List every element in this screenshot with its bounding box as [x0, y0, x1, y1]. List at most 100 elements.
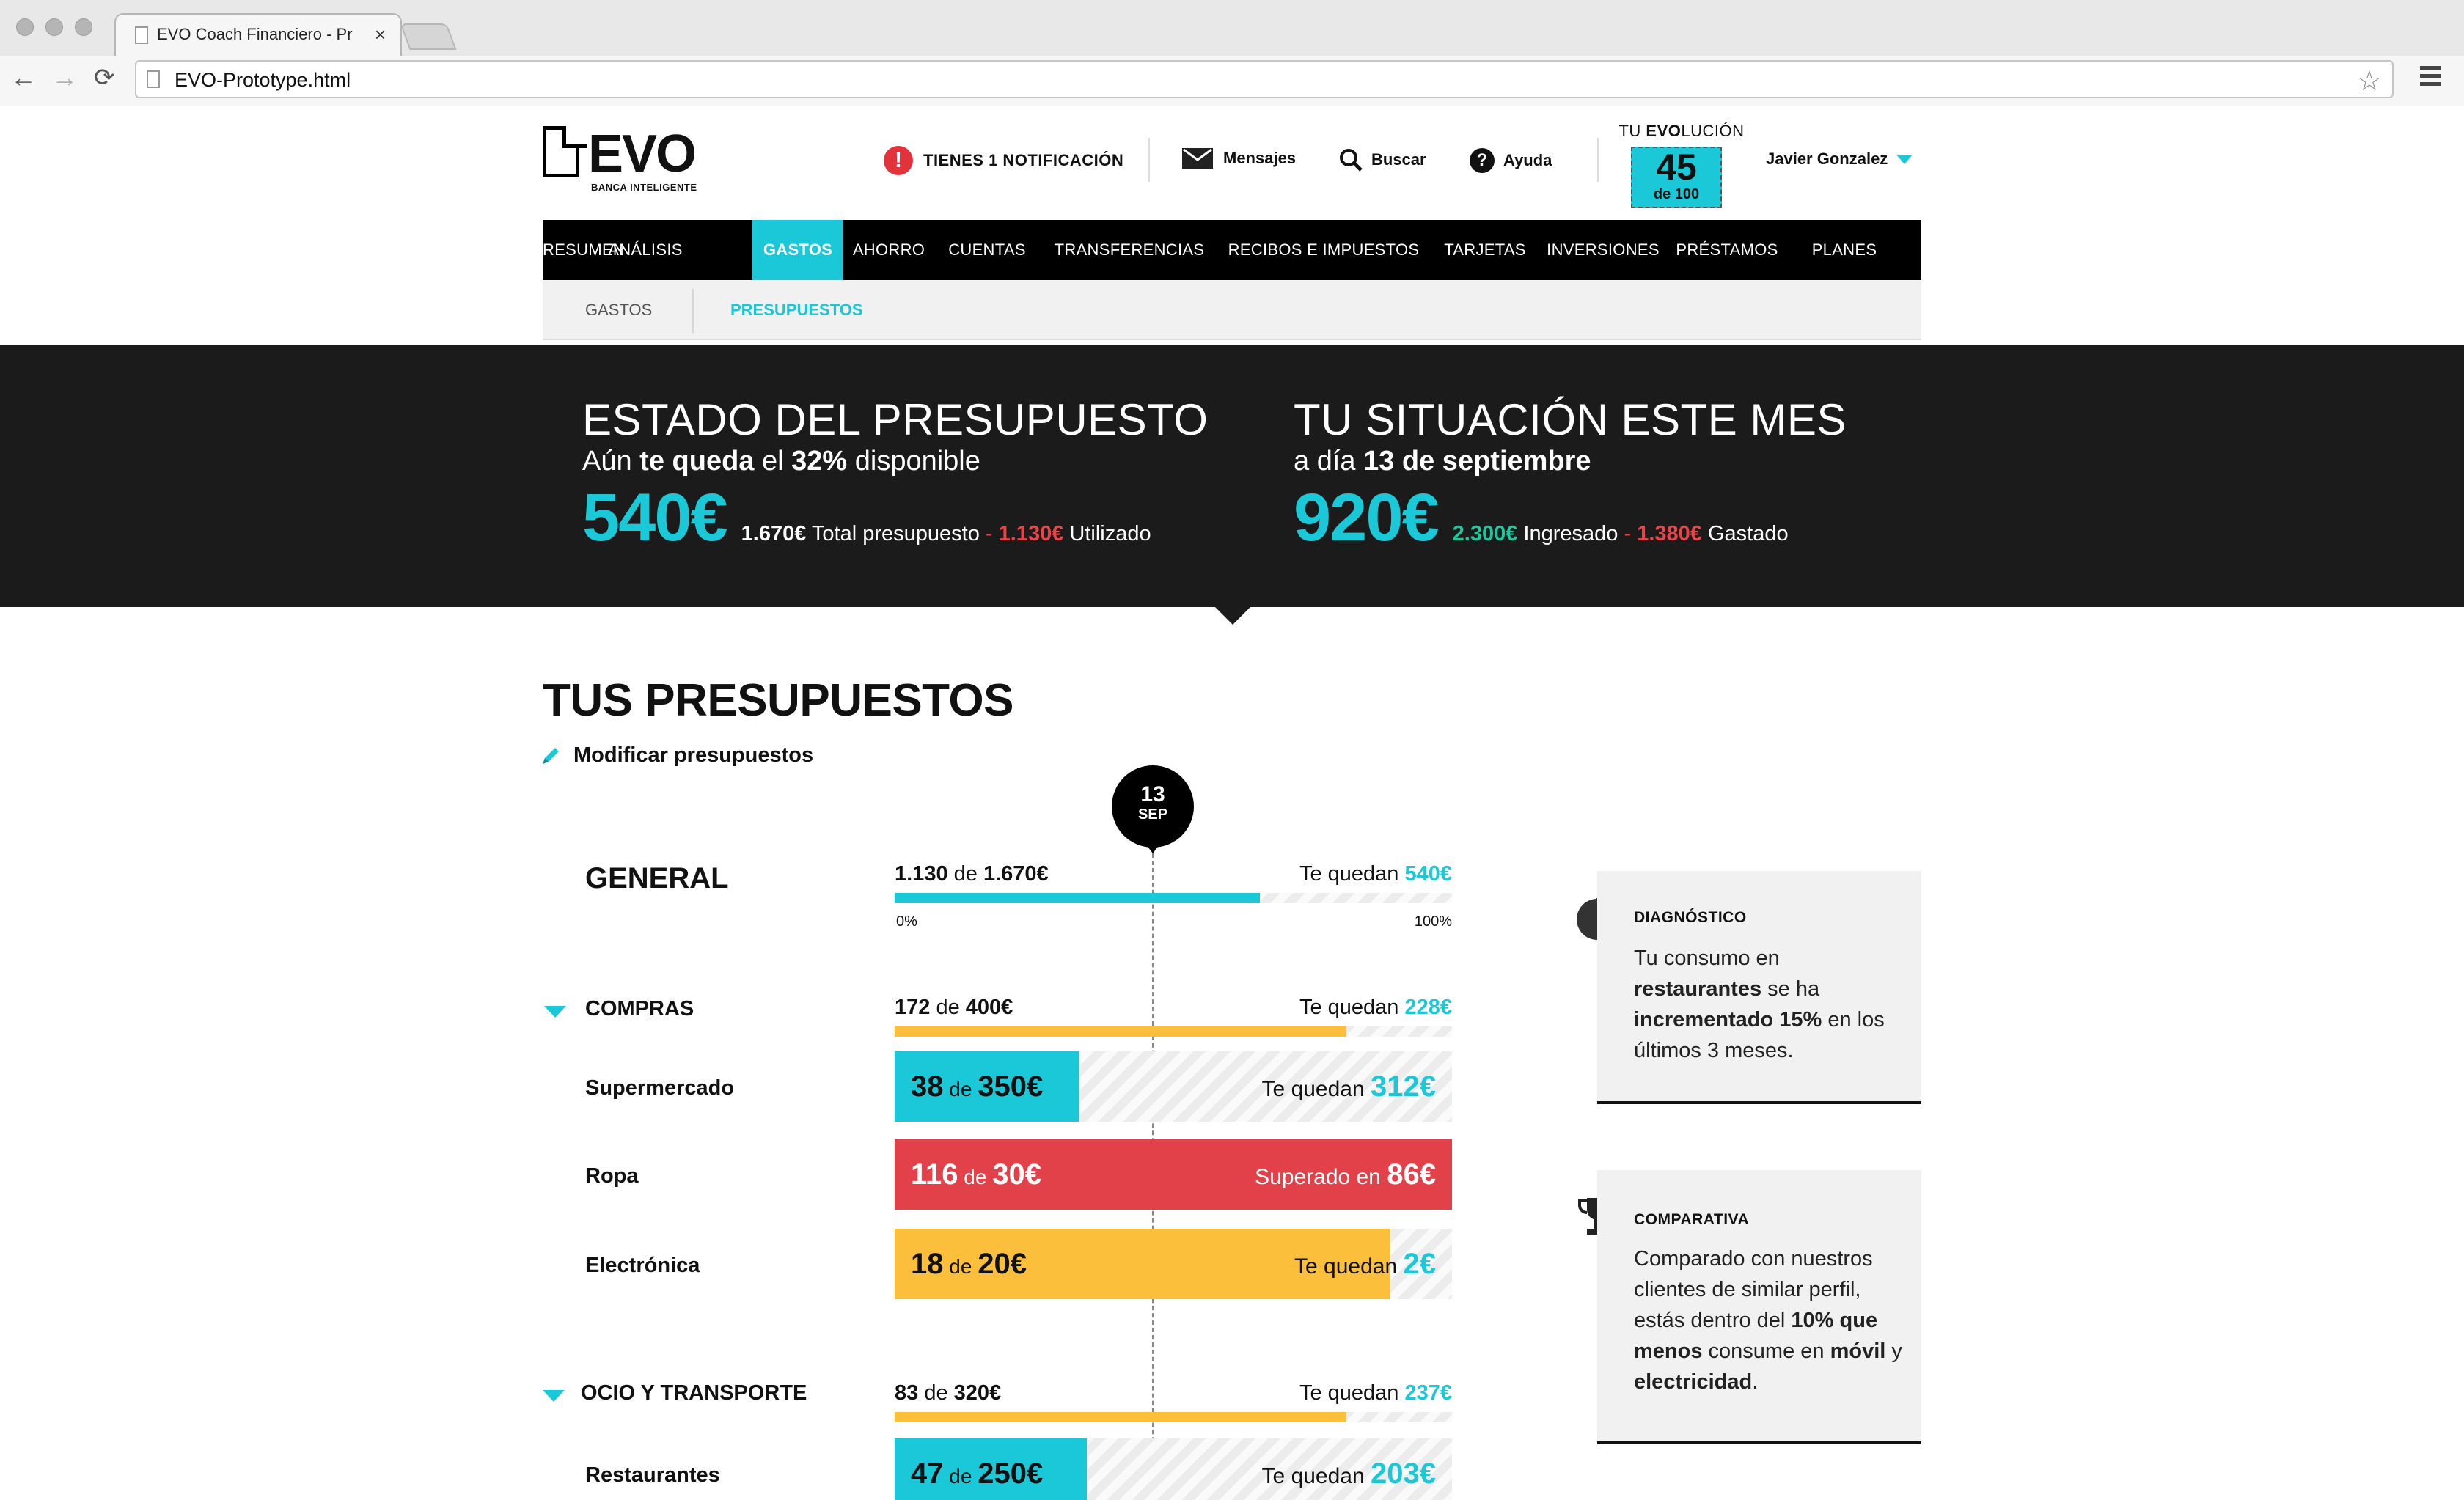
diagnostico-card: DIAGNÓSTICO Tu consumo en restaurantes s…	[1597, 871, 1921, 1104]
month-status-figures: 920€ 2.300€ Ingresado - 1.380€ Gastado	[1294, 481, 1847, 554]
browser-chrome: EVO Coach Financiero - Pr × ← → ⟳ EVO-Pr…	[0, 0, 2464, 106]
evolution-score[interactable]: TU EVOLUCIÓN 45 de 100	[1613, 122, 1750, 208]
help-label: Ayuda	[1503, 151, 1552, 169]
budget-available-amount: 540€	[582, 480, 728, 555]
tab-transferencias[interactable]: TRANSFERENCIAS	[1041, 220, 1217, 280]
budget-label-ropa: Ropa	[585, 1164, 639, 1188]
chevron-down-icon[interactable]	[544, 1006, 566, 1018]
budgets-title: TUS PRESUPUESTOS	[543, 675, 1014, 726]
window-minimize-dot[interactable]	[45, 18, 63, 36]
today-month: SEP	[1137, 806, 1168, 823]
score-of: de 100	[1653, 186, 1700, 202]
score-number: 45	[1656, 147, 1697, 188]
logo-mark	[543, 126, 587, 177]
tab-title: EVO Coach Financiero - Pr	[157, 25, 353, 43]
pencil-icon	[543, 747, 559, 764]
main-nav: RESUMEN ANÁLISIS GASTOS AHORRO CUENTAS T…	[543, 220, 1921, 280]
help-icon: ?	[1470, 148, 1495, 173]
tab-cuentas[interactable]: CUENTAS	[934, 220, 1040, 280]
tab-analisis[interactable]: ANÁLISIS	[601, 220, 689, 280]
window-close-dot[interactable]	[16, 18, 34, 36]
budget-amount-electronica: 18 de 20€	[911, 1248, 1027, 1280]
search-label: Buscar	[1371, 150, 1426, 169]
budget-remaining-supermercado: Te quedan 312€	[1261, 1070, 1436, 1103]
diagnostico-text: Tu consumo en restaurantes se ha increme…	[1634, 946, 1885, 1062]
summary-banner: ESTADO DEL PRESUPUESTO Aún te queda el 3…	[0, 345, 2464, 607]
tab-gastos[interactable]: GASTOS	[752, 220, 843, 280]
logo-text: EVO	[588, 125, 697, 183]
general-progress-bar	[895, 893, 1452, 903]
today-marker: 13 SEP	[1112, 765, 1194, 853]
compras-remaining: Te quedan 228€	[1299, 996, 1452, 1019]
category-compras[interactable]: COMPRAS	[585, 997, 694, 1021]
browser-menu-icon[interactable]	[2420, 66, 2441, 91]
address-bar[interactable]: EVO-Prototype.html ☆	[135, 60, 2394, 98]
reload-icon[interactable]: ⟳	[94, 63, 115, 92]
tab-ahorro[interactable]: AHORRO	[843, 220, 934, 280]
budget-bar-supermercado[interactable]: 38 de 350€ Te quedan 312€	[895, 1051, 1452, 1122]
month-status-subtitle: a día 13 de septiembre	[1294, 446, 1591, 477]
general-remaining: Te quedan 540€	[1299, 862, 1452, 886]
help-link[interactable]: ? Ayuda	[1470, 148, 1552, 173]
page-icon	[147, 70, 160, 88]
budget-label-restaurantes: Restaurantes	[585, 1463, 720, 1487]
forward-arrow-icon[interactable]: →	[51, 63, 78, 92]
header-divider	[1148, 138, 1150, 182]
envelope-icon	[1182, 148, 1213, 169]
month-detail: 2.300€ Ingresado - 1.380€ Gastado	[1452, 522, 1789, 545]
budget-status-subtitle: Aún te queda el 32% disponible	[582, 446, 980, 477]
window-zoom-dot[interactable]	[75, 18, 92, 36]
evo-logo[interactable]: EVO BANCA INTELIGENTE	[543, 126, 711, 196]
budget-detail: 1.670€ Total presupuesto - 1.130€ Utiliz…	[741, 522, 1151, 545]
subtab-gastos[interactable]: GASTOS	[585, 280, 652, 340]
close-icon[interactable]: ×	[375, 23, 386, 46]
budget-status: ESTADO DEL PRESUPUESTO Aún te queda el 3…	[582, 397, 1208, 555]
budget-label-electronica: Electrónica	[585, 1254, 700, 1277]
axis-start-label: 0%	[896, 913, 917, 930]
compras-spent: 172 de 400€	[895, 996, 1013, 1019]
tab-resumen[interactable]: RESUMEN	[543, 220, 625, 280]
modify-budgets-link[interactable]: Modificar presupuestos	[540, 743, 813, 768]
alert-icon: !	[884, 146, 913, 175]
comparativa-text: Comparado con nuestros clientes de simil…	[1634, 1247, 1902, 1394]
bookmark-star-icon[interactable]: ☆	[2357, 65, 2382, 98]
budget-bar-ropa[interactable]: 116 de 30€ Superado en 86€	[895, 1139, 1452, 1210]
browser-tab[interactable]: EVO Coach Financiero - Pr ×	[114, 13, 402, 56]
today-day: 13	[1140, 782, 1165, 806]
search-link[interactable]: Buscar	[1339, 148, 1426, 172]
chevron-down-icon	[1896, 154, 1913, 164]
compras-progress-fill	[895, 1026, 1346, 1037]
browser-toolbar: ← → ⟳ EVO-Prototype.html ☆	[0, 56, 2464, 106]
notification-text: TIENES 1 NOTIFICACIÓN	[923, 151, 1124, 169]
tab-prestamos[interactable]: PRÉSTAMOS	[1666, 220, 1788, 280]
subtab-presupuestos[interactable]: PRESUPUESTOS	[730, 280, 863, 340]
user-menu[interactable]: Javier Gonzalez	[1766, 150, 1913, 169]
comparativa-title: COMPARATIVA	[1634, 1211, 1750, 1228]
budget-remaining-electronica: Te quedan 2€	[1294, 1248, 1436, 1280]
tab-inversiones[interactable]: INVERSIONES	[1540, 220, 1666, 280]
notification-link[interactable]: ! TIENES 1 NOTIFICACIÓN	[884, 146, 1123, 175]
back-arrow-icon[interactable]: ←	[10, 63, 37, 92]
chevron-down-icon[interactable]	[543, 1390, 565, 1402]
month-status: TU SITUACIÓN ESTE MES a día 13 de septie…	[1294, 397, 1847, 555]
budget-amount-ropa: 116 de 30€	[911, 1158, 1041, 1191]
budget-bar-electronica[interactable]: 18 de 20€ Te quedan 2€	[895, 1229, 1452, 1299]
ocio-progress-bar	[895, 1412, 1452, 1422]
budget-amount-restaurantes: 47 de 250€	[911, 1457, 1044, 1490]
diagnostico-title: DIAGNÓSTICO	[1634, 909, 1747, 926]
site-header: EVO BANCA INTELIGENTE ! TIENES 1 NOTIFIC…	[543, 106, 1921, 220]
tab-planes[interactable]: PLANES	[1789, 220, 1899, 280]
category-ocio-transporte[interactable]: OCIO Y TRANSPORTE	[581, 1381, 807, 1405]
tab-recibos-impuestos[interactable]: RECIBOS E IMPUESTOS	[1217, 220, 1430, 280]
new-tab-button[interactable]	[400, 23, 457, 50]
ocio-progress-fill	[895, 1412, 1346, 1422]
tab-tarjetas[interactable]: TARJETAS	[1430, 220, 1540, 280]
budget-bar-restaurantes[interactable]: 47 de 250€ Te quedan 203€	[895, 1438, 1452, 1500]
evolution-label: TU EVOLUCIÓN	[1618, 122, 1745, 140]
header-divider	[1597, 138, 1599, 182]
banner-pointer	[1214, 606, 1252, 625]
budget-overrun-ropa: Superado en 86€	[1255, 1158, 1436, 1191]
messages-link[interactable]: Mensajes	[1182, 148, 1296, 169]
budget-status-figures: 540€ 1.670€ Total presupuesto - 1.130€ U…	[582, 481, 1208, 554]
user-name: Javier Gonzalez	[1766, 150, 1888, 168]
